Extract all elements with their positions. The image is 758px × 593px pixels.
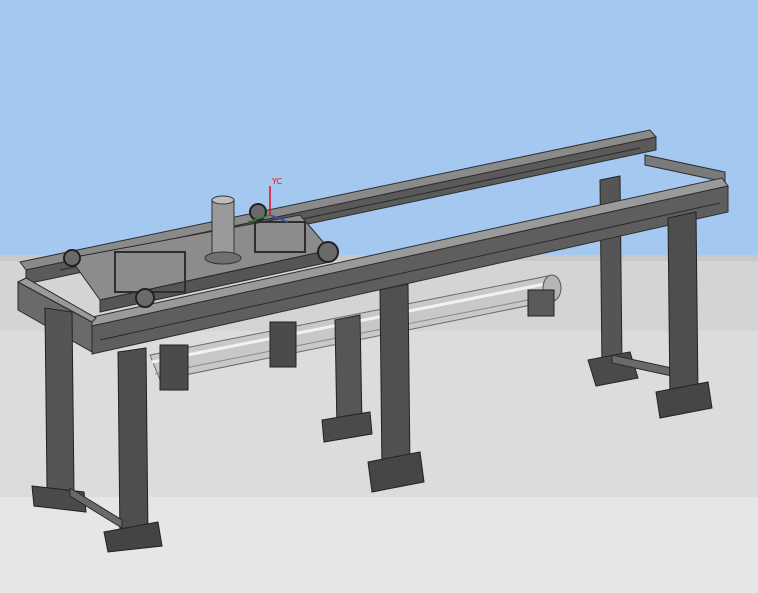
pipe-clamp-2[interactable] [269,321,297,368]
pipe-clamp-1[interactable] [159,344,189,391]
trolley-wheel-front-left[interactable] [135,288,155,308]
cad-3d-viewport[interactable]: YC [0,0,758,593]
trolley-wheel-front-right[interactable] [317,241,339,263]
trolley-wheel-back-left[interactable] [63,249,81,267]
gantry-model-scene[interactable]: YC [0,0,758,593]
y-axis-label: YC [271,177,282,186]
pipe-end-fixture[interactable] [527,289,555,317]
